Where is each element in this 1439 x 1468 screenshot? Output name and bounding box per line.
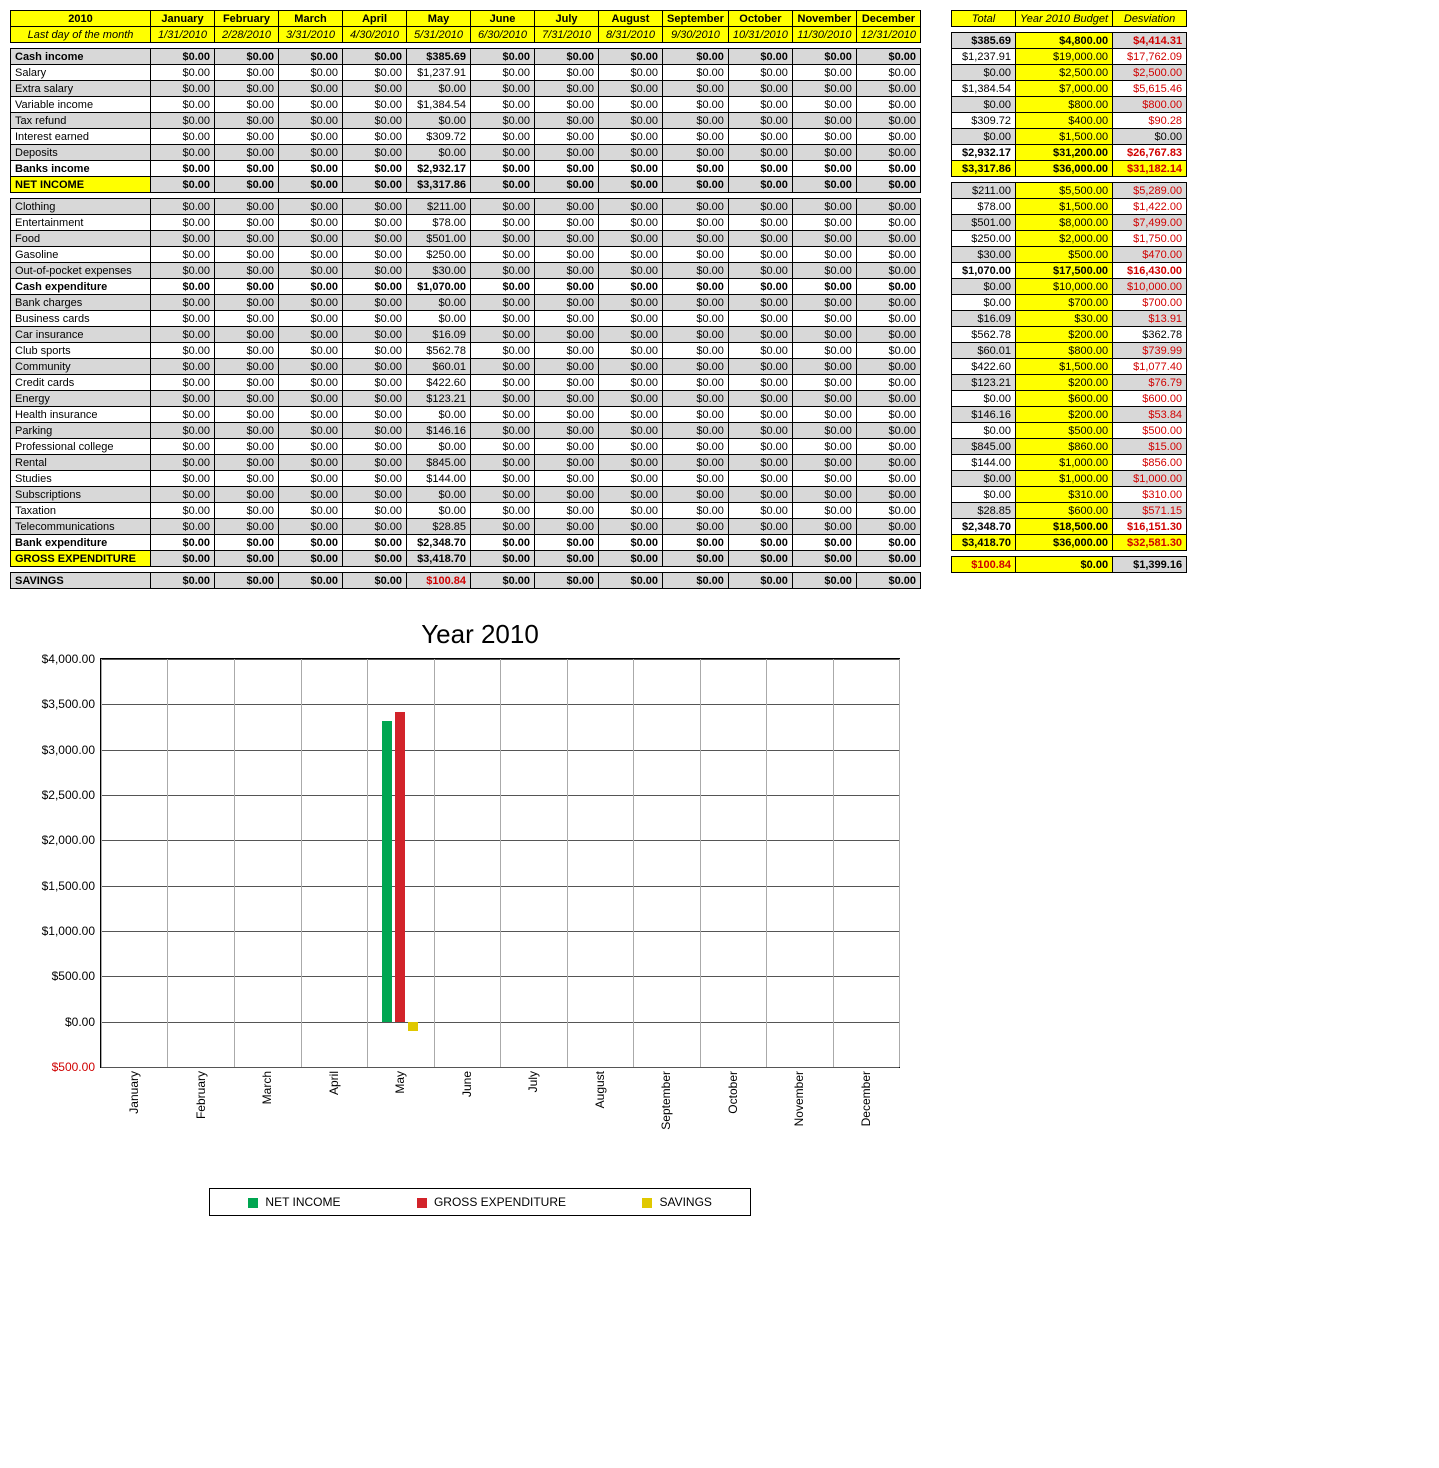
table-row: Variable income$0.00$0.00$0.00$0.00$1,38… — [11, 97, 921, 113]
table-row: Parking$0.00$0.00$0.00$0.00$146.16$0.00$… — [11, 423, 921, 439]
table-row: Telecommunications$0.00$0.00$0.00$0.00$2… — [11, 519, 921, 535]
table-row: Tax refund$0.00$0.00$0.00$0.00$0.00$0.00… — [11, 113, 921, 129]
summary-row: $123.21$200.00$76.79 — [951, 375, 1186, 391]
legend-item: GROSS EXPENDITURE — [417, 1195, 566, 1209]
summary-row: $144.00$1,000.00$856.00 — [951, 455, 1186, 471]
table-row: Extra salary$0.00$0.00$0.00$0.00$0.00$0.… — [11, 81, 921, 97]
legend-item: NET INCOME — [248, 1195, 340, 1209]
summary-row: $501.00$8,000.00$7,499.00 — [951, 215, 1186, 231]
summary-row: $2,348.70$18,500.00$16,151.30 — [951, 519, 1186, 535]
table-row: Bank expenditure$0.00$0.00$0.00$0.00$2,3… — [11, 535, 921, 551]
table-row: SAVINGS$0.00$0.00$0.00$0.00$100.84$0.00$… — [11, 573, 921, 589]
table-row: Bank charges$0.00$0.00$0.00$0.00$0.00$0.… — [11, 295, 921, 311]
summary-row: $0.00$1,000.00$1,000.00 — [951, 471, 1186, 487]
summary-row: $0.00$500.00$500.00 — [951, 423, 1186, 439]
table-row: Food$0.00$0.00$0.00$0.00$501.00$0.00$0.0… — [11, 231, 921, 247]
table-row: Cash income$0.00$0.00$0.00$0.00$385.69$0… — [11, 49, 921, 65]
summary-row: $422.60$1,500.00$1,077.40 — [951, 359, 1186, 375]
legend-item: SAVINGS — [642, 1195, 712, 1209]
summary-row: $1,070.00$17,500.00$16,430.00 — [951, 263, 1186, 279]
chart-legend: NET INCOME GROSS EXPENDITURE SAVINGS — [209, 1188, 751, 1216]
table-row: Subscriptions$0.00$0.00$0.00$0.00$0.00$0… — [11, 487, 921, 503]
bar-savings — [408, 1022, 418, 1031]
table-row: Cash expenditure$0.00$0.00$0.00$0.00$1,0… — [11, 279, 921, 295]
table-row: Salary$0.00$0.00$0.00$0.00$1,237.91$0.00… — [11, 65, 921, 81]
summary-row: $0.00$800.00$800.00 — [951, 97, 1186, 113]
table-row: Banks income$0.00$0.00$0.00$0.00$2,932.1… — [11, 161, 921, 177]
summary-row: $0.00$10,000.00$10,000.00 — [951, 279, 1186, 295]
bar-net-income — [382, 721, 392, 1022]
table-row: Out-of-pocket expenses$0.00$0.00$0.00$0.… — [11, 263, 921, 279]
summary-row: $0.00$700.00$700.00 — [951, 295, 1186, 311]
bar-gross-expenditure — [395, 712, 405, 1022]
table-row: Community$0.00$0.00$0.00$0.00$60.01$0.00… — [11, 359, 921, 375]
summary-table: TotalYear 2010 BudgetDesviation$385.69$4… — [951, 10, 1187, 573]
table-row: Deposits$0.00$0.00$0.00$0.00$0.00$0.00$0… — [11, 145, 921, 161]
main-table: 2010JanuaryFebruaryMarchAprilMayJuneJuly… — [10, 10, 921, 589]
summary-row: $28.85$600.00$571.15 — [951, 503, 1186, 519]
table-row: GROSS EXPENDITURE$0.00$0.00$0.00$0.00$3,… — [11, 551, 921, 567]
table-row: Health insurance$0.00$0.00$0.00$0.00$0.0… — [11, 407, 921, 423]
summary-row: $0.00$1,500.00$0.00 — [951, 129, 1186, 145]
summary-row: $60.01$800.00$739.99 — [951, 343, 1186, 359]
table-row: Credit cards$0.00$0.00$0.00$0.00$422.60$… — [11, 375, 921, 391]
summary-row: $3,418.70$36,000.00$32,581.30 — [951, 535, 1186, 551]
chart-title: Year 2010 — [10, 619, 950, 650]
summary-row: $2,932.17$31,200.00$26,767.83 — [951, 145, 1186, 161]
chart: Year 2010 $500.00$0.00$500.00$1,000.00$1… — [10, 619, 950, 1216]
table-row: Interest earned$0.00$0.00$0.00$0.00$309.… — [11, 129, 921, 145]
table-row: Taxation$0.00$0.00$0.00$0.00$0.00$0.00$0… — [11, 503, 921, 519]
summary-row: $78.00$1,500.00$1,422.00 — [951, 199, 1186, 215]
summary-row: $385.69$4,800.00$4,414.31 — [951, 33, 1186, 49]
table-row: Gasoline$0.00$0.00$0.00$0.00$250.00$0.00… — [11, 247, 921, 263]
summary-row: $845.00$860.00$15.00 — [951, 439, 1186, 455]
table-row: Professional college$0.00$0.00$0.00$0.00… — [11, 439, 921, 455]
summary-row: $146.16$200.00$53.84 — [951, 407, 1186, 423]
table-row: NET INCOME$0.00$0.00$0.00$0.00$3,317.86$… — [11, 177, 921, 193]
summary-row: $16.09$30.00$13.91 — [951, 311, 1186, 327]
summary-row: $3,317.86$36,000.00$31,182.14 — [951, 161, 1186, 177]
table-row: Entertainment$0.00$0.00$0.00$0.00$78.00$… — [11, 215, 921, 231]
table-row: Business cards$0.00$0.00$0.00$0.00$0.00$… — [11, 311, 921, 327]
table-row: Clothing$0.00$0.00$0.00$0.00$211.00$0.00… — [11, 199, 921, 215]
summary-row: $1,384.54$7,000.00$5,615.46 — [951, 81, 1186, 97]
table-row: Club sports$0.00$0.00$0.00$0.00$562.78$0… — [11, 343, 921, 359]
summary-row: $211.00$5,500.00$5,289.00 — [951, 183, 1186, 199]
summary-row: $0.00$310.00$310.00 — [951, 487, 1186, 503]
summary-row: $100.84$0.00$1,399.16 — [951, 557, 1186, 573]
summary-row: $309.72$400.00$90.28 — [951, 113, 1186, 129]
summary-row: $1,237.91$19,000.00$17,762.09 — [951, 49, 1186, 65]
summary-row: $250.00$2,000.00$1,750.00 — [951, 231, 1186, 247]
table-row: Studies$0.00$0.00$0.00$0.00$144.00$0.00$… — [11, 471, 921, 487]
summary-row: $30.00$500.00$470.00 — [951, 247, 1186, 263]
summary-row: $0.00$600.00$600.00 — [951, 391, 1186, 407]
summary-row: $562.78$200.00$362.78 — [951, 327, 1186, 343]
summary-row: $0.00$2,500.00$2,500.00 — [951, 65, 1186, 81]
table-row: Energy$0.00$0.00$0.00$0.00$123.21$0.00$0… — [11, 391, 921, 407]
table-row: Car insurance$0.00$0.00$0.00$0.00$16.09$… — [11, 327, 921, 343]
table-row: Rental$0.00$0.00$0.00$0.00$845.00$0.00$0… — [11, 455, 921, 471]
